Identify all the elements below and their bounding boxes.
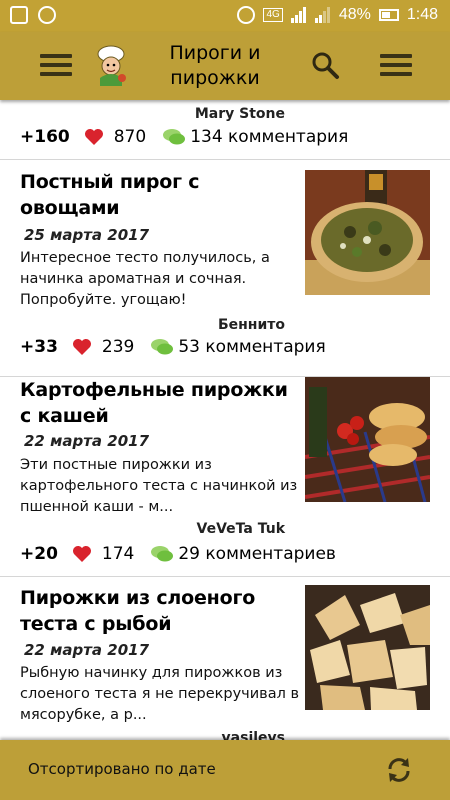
app-bar: Пироги и пирожки (0, 32, 450, 100)
recipe-stats: +160 870 134 комментария (20, 127, 348, 147)
comments-icon[interactable] (162, 127, 186, 147)
signal-icon-2 (314, 7, 331, 23)
author-name[interactable]: Mary Stone (195, 106, 285, 122)
recipe-date: 22 марта 2017 (24, 432, 150, 450)
signal-icon (290, 7, 307, 23)
alarm-icon (237, 6, 256, 24)
recipe-description: Эти постные пирожки из картофельного тес… (20, 457, 298, 515)
rating-score: +33 (20, 337, 58, 357)
refresh-icon[interactable] (384, 755, 414, 785)
heart-icon[interactable] (72, 545, 92, 563)
app-title: Пироги и пирожки (169, 42, 261, 89)
recipe-stats: +33 239 53 комментария (20, 337, 326, 357)
status-bar: 4G 48% 1:48 (0, 0, 450, 32)
author-name[interactable]: Беннито (218, 317, 285, 333)
recipe-date: 25 марта 2017 (24, 226, 150, 244)
recipe-title[interactable]: Пирожки из слоеного теста с рыбой (20, 585, 290, 637)
recipe-photo[interactable] (305, 377, 430, 502)
comments-count[interactable]: 53 комментария (178, 337, 325, 357)
network-type: 4G (263, 8, 283, 22)
comments-count[interactable]: 29 комментариев (178, 544, 336, 564)
options-menu-icon[interactable] (380, 54, 412, 76)
likes-count: 174 (101, 544, 135, 564)
author-name[interactable]: vasilevs (222, 730, 285, 740)
comments-icon[interactable] (150, 544, 174, 564)
battery-percent: 48% (338, 6, 371, 23)
recipe-description: Интересное тесто получилось, а начинка а… (20, 250, 270, 308)
likes-count: 239 (101, 337, 135, 357)
author-name[interactable]: VeVeTa Tuk (197, 521, 285, 537)
menu-icon[interactable] (40, 54, 72, 76)
chef-logo-icon (92, 44, 130, 86)
recipe-card[interactable]: Картофельные пирожки с кашей 22 марта 20… (0, 377, 450, 577)
sort-label[interactable]: Отсортировано по дате (28, 760, 216, 778)
recipe-date: 22 марта 2017 (24, 641, 150, 659)
recipe-title[interactable]: Картофельные пирожки с кашей (20, 377, 290, 429)
recipe-stats: +20 174 29 комментариев (20, 544, 336, 564)
battery-icon (378, 9, 399, 21)
heart-icon[interactable] (84, 128, 104, 146)
heart-icon[interactable] (72, 338, 92, 356)
recipe-photo[interactable] (305, 170, 430, 295)
gallery-icon (10, 6, 28, 24)
recipe-description: Рыбную начинку для пирожков из слоеного … (20, 665, 300, 723)
clock: 1:48 (406, 6, 438, 23)
recipe-title[interactable]: Постный пирог с овощами (20, 169, 290, 221)
comments-icon[interactable] (150, 337, 174, 357)
rating-score: +20 (20, 544, 58, 564)
recipe-feed[interactable]: Mary Stone +160 870 134 комментария Пост… (0, 100, 450, 740)
rating-score: +160 (20, 127, 70, 147)
recipe-card[interactable]: Постный пирог с овощами 25 марта 2017 Ин… (0, 160, 450, 360)
sync-icon (38, 6, 56, 24)
bottom-bar: Отсортировано по дате (0, 740, 450, 800)
likes-count: 870 (113, 127, 147, 147)
comments-count[interactable]: 134 комментария (190, 127, 348, 147)
search-icon[interactable] (310, 50, 340, 80)
recipe-card[interactable]: Пирожки из слоеного теста с рыбой 22 мар… (0, 577, 450, 740)
recipe-photo[interactable] (305, 585, 430, 710)
